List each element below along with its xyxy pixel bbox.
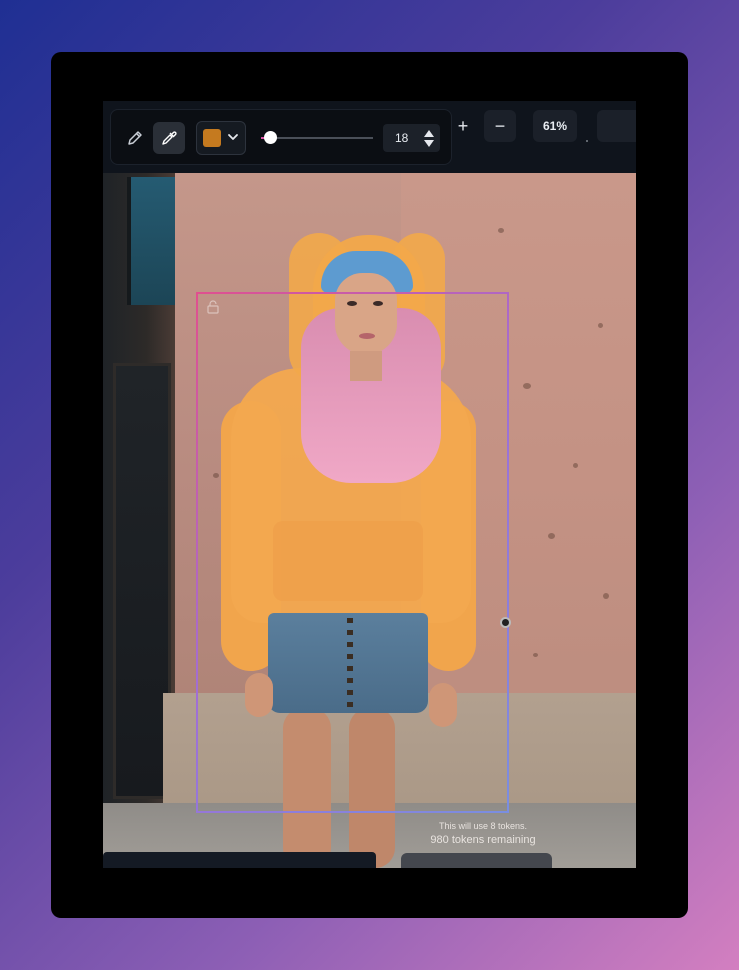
- eyedropper-tool-button[interactable]: [153, 122, 185, 154]
- chevron-down-icon: [228, 134, 238, 140]
- wall-speck: [603, 593, 609, 599]
- wall-speck: [598, 323, 603, 328]
- editor-screen: This will use 8 tokens. 980 tokens remai…: [103, 101, 636, 868]
- brush-color-dropdown[interactable]: [196, 121, 246, 155]
- token-info: This will use 8 tokens. 980 tokens remai…: [403, 819, 563, 847]
- wall-speck: [533, 653, 538, 657]
- decrement-icon[interactable]: [423, 139, 435, 149]
- increment-icon[interactable]: [423, 128, 435, 138]
- separator-dot: [586, 140, 588, 142]
- wall-speck: [548, 533, 555, 539]
- prompt-panel-edge[interactable]: [103, 852, 376, 868]
- unlock-icon[interactable]: [206, 300, 220, 314]
- brush-toolbar: 18: [110, 109, 452, 165]
- zoom-out-button[interactable]: −: [484, 110, 516, 142]
- eyedropper-icon: [162, 131, 177, 145]
- zoom-in-button[interactable]: +: [447, 110, 479, 142]
- pencil-tool-button[interactable]: [119, 122, 151, 154]
- token-cost-text: This will use 8 tokens.: [438, 821, 528, 831]
- wall-speck: [523, 383, 531, 389]
- color-swatch: [203, 129, 221, 147]
- wall-speck: [573, 463, 578, 468]
- image-canvas[interactable]: [103, 173, 636, 868]
- pencil-icon: [128, 131, 142, 145]
- toolbar-extra-button[interactable]: [597, 110, 636, 142]
- brush-size-slider[interactable]: [261, 131, 373, 144]
- brush-size-value[interactable]: 18: [395, 131, 408, 145]
- wall-speck: [498, 228, 504, 233]
- selection-box[interactable]: [196, 292, 509, 813]
- tokens-remaining-text: 980 tokens remaining: [430, 834, 536, 846]
- slider-thumb[interactable]: [263, 131, 277, 144]
- zoom-level[interactable]: 61%: [533, 110, 577, 142]
- resize-handle[interactable]: [500, 617, 511, 628]
- generate-button-edge[interactable]: [401, 853, 552, 868]
- window-pane: [127, 177, 175, 305]
- brush-size-stepper[interactable]: 18: [383, 124, 440, 152]
